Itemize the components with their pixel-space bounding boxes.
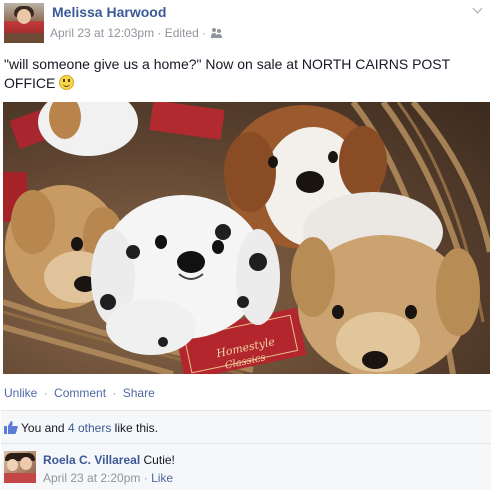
friends-icon — [211, 28, 223, 38]
likes-text: You and 4 others like this. — [21, 421, 158, 435]
plush-puppies-illustration: Homestyle Classics — [3, 102, 490, 374]
likes-summary: You and 4 others like this. — [1, 410, 491, 443]
commenter-name[interactable]: Roela C. Villareal — [43, 453, 140, 467]
commenter-avatar[interactable] — [4, 451, 36, 483]
post-actions: Unlike · Comment · Share — [4, 386, 155, 400]
smiley-icon — [59, 75, 75, 90]
likes-others-link[interactable]: 4 others — [68, 421, 111, 435]
unlike-link[interactable]: Unlike — [4, 386, 37, 400]
edited-label[interactable]: Edited — [165, 26, 199, 40]
likes-prefix: You and — [21, 421, 68, 435]
comment-separator: · — [143, 471, 148, 485]
comment-item: Roela C. Villareal Cutie! April 23 at 2:… — [1, 443, 491, 490]
share-link[interactable]: Share — [123, 386, 155, 400]
author-avatar[interactable] — [4, 3, 44, 43]
comment-meta: April 23 at 2:20pm · Like — [43, 471, 173, 485]
comment-like-link[interactable]: Like — [151, 471, 173, 485]
comment-line: Roela C. Villareal Cutie! — [43, 453, 175, 467]
post-timestamp[interactable]: April 23 at 12:03pm — [50, 26, 154, 40]
comment-link[interactable]: Comment — [54, 386, 106, 400]
post-card: Melissa Harwood April 23 at 12:03pm · Ed… — [0, 0, 492, 490]
action-separator: · — [43, 386, 48, 400]
meta-separator: · — [202, 26, 207, 40]
post-text: "will someone give us a home?" Now on sa… — [4, 55, 484, 93]
comment-text: Cutie! — [143, 453, 175, 467]
comment-timestamp[interactable]: April 23 at 2:20pm — [43, 471, 140, 485]
author-name[interactable]: Melissa Harwood — [52, 4, 166, 20]
post-meta: April 23 at 12:03pm · Edited · — [50, 26, 223, 40]
likes-suffix: like this. — [111, 421, 158, 435]
meta-separator: · — [157, 26, 162, 40]
post-options-chevron-icon[interactable] — [472, 5, 484, 15]
post-photo[interactable]: Homestyle Classics — [3, 102, 490, 374]
action-separator: · — [112, 386, 117, 400]
thumbs-up-icon — [4, 421, 18, 434]
